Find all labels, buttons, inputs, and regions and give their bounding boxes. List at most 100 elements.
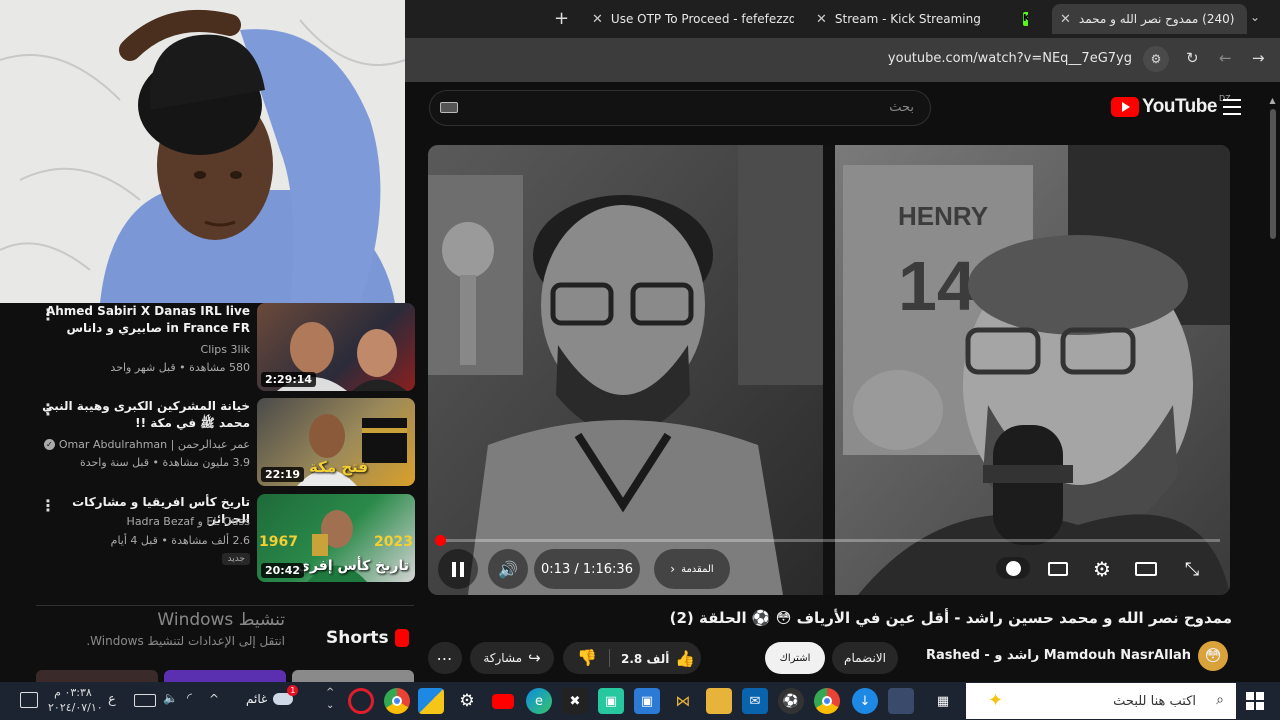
pause-icon bbox=[452, 561, 464, 577]
theater-button[interactable] bbox=[1128, 549, 1164, 589]
video-thumbnail[interactable]: 2:29:14 bbox=[257, 303, 415, 391]
thumbnail-caption: فتح مكة bbox=[309, 458, 369, 476]
like-count: 2.8 ألف bbox=[621, 651, 670, 666]
youtube-header: بحث YouTube DZ bbox=[405, 82, 1280, 134]
weather-widget[interactable]: غائم 1 bbox=[246, 685, 299, 706]
reload-icon[interactable]: ↻ bbox=[1186, 49, 1199, 67]
search-input[interactable]: اكتب هنا للبحث bbox=[1113, 694, 1196, 709]
store-icon[interactable]: ▣ bbox=[634, 688, 660, 714]
chapter-button[interactable]: › المقدمة bbox=[654, 549, 730, 589]
settings-button[interactable]: ⚙ bbox=[1084, 549, 1120, 589]
video-thumbnail[interactable]: 1967 2023 تاريخ كأس إفري 20:42 bbox=[257, 494, 415, 582]
thumbs-down-icon: 👎 bbox=[577, 648, 597, 667]
tab-gmail[interactable]: ✕ Use OTP To Proceed - fefefezzd M bbox=[584, 4, 794, 34]
volume-icon[interactable]: 🔈 bbox=[163, 691, 178, 705]
menu-icon[interactable] bbox=[1223, 99, 1241, 115]
search-box[interactable]: بحث bbox=[429, 90, 931, 126]
divider bbox=[609, 649, 610, 667]
fullscreen-button[interactable]: ⤡ bbox=[1174, 549, 1210, 589]
shorts-thumbnail[interactable] bbox=[292, 670, 414, 682]
channel-name: Clips 3lik bbox=[200, 343, 250, 356]
wifi-icon[interactable]: ◜ bbox=[187, 691, 192, 706]
subtitles-icon bbox=[1048, 562, 1068, 576]
shorts-thumbnail[interactable] bbox=[36, 670, 158, 682]
search-input[interactable]: بحث bbox=[889, 100, 914, 115]
new-tab-button[interactable]: + bbox=[554, 8, 569, 29]
dislike-button[interactable]: 👎 bbox=[577, 648, 597, 667]
like-button[interactable]: 2.8 ألف 👍 bbox=[621, 649, 695, 668]
scroll-thumb[interactable] bbox=[1269, 109, 1276, 239]
keyboard-icon[interactable] bbox=[440, 102, 458, 113]
outlook-icon[interactable]: ✉ bbox=[742, 688, 768, 714]
autoplay-toggle[interactable] bbox=[996, 557, 1030, 579]
channel-name[interactable]: Rashed - راشد و Mamdouh NasrAllah bbox=[926, 648, 1191, 663]
sidebar-video[interactable]: ⋮ تاريخ كأس افريقيا و مشاركات الجزائر EL… bbox=[40, 494, 415, 584]
channel-text: عمر عبدالرحمن | Omar Abdulrahman bbox=[58, 438, 250, 451]
subscribe-button[interactable]: اشتراك bbox=[765, 642, 825, 674]
app-icon[interactable]: ↓ bbox=[852, 688, 878, 714]
more-actions-button[interactable]: ⋯ bbox=[428, 642, 462, 674]
shorts-label: Shorts bbox=[326, 628, 389, 648]
language-indicator[interactable]: ع bbox=[108, 692, 116, 707]
sidebar-video[interactable]: ⋮ Ahmed Sabiri X Danas IRL live in Franc… bbox=[40, 303, 415, 393]
video-thumbnail[interactable]: فتح مكة 22:19 bbox=[257, 398, 415, 486]
youtube-logo[interactable]: YouTube DZ bbox=[1111, 94, 1231, 118]
close-icon[interactable]: ✕ bbox=[592, 12, 603, 27]
theater-icon bbox=[1135, 562, 1157, 576]
subtitles-button[interactable] bbox=[1040, 549, 1076, 589]
start-button[interactable] bbox=[1246, 692, 1264, 710]
close-icon[interactable]: ✕ bbox=[816, 12, 827, 27]
page-scrollbar[interactable]: ▲ bbox=[1268, 96, 1277, 680]
tray-expand-icon[interactable]: ^ ⌄ bbox=[326, 686, 334, 712]
taskbar-search[interactable]: اكتب هنا للبحث ⌕ ✦ bbox=[966, 683, 1236, 719]
video-title: ممدوح نصر الله و محمد حسين راشد - أقل عي… bbox=[669, 609, 1232, 627]
shorts-header[interactable]: Shorts bbox=[326, 628, 409, 648]
tab-kick[interactable]: ✕ Stream - Kick Streaming K bbox=[808, 4, 1028, 34]
keyboard-icon[interactable] bbox=[134, 694, 156, 707]
app-icon[interactable]: ✖ bbox=[562, 688, 588, 714]
jersey-number: 14 bbox=[898, 247, 976, 325]
shorts-icon bbox=[394, 629, 409, 647]
like-dislike-group: 👎 2.8 ألف 👍 bbox=[563, 642, 701, 674]
subscribe-label: اشتراك bbox=[779, 652, 811, 664]
clock[interactable]: ٠٣:٣٨ م ٢٠٢٤/٠٧/١٠ bbox=[48, 685, 103, 715]
scroll-up-arrow[interactable]: ▲ bbox=[1268, 96, 1277, 105]
share-button[interactable]: مشاركة ↪ bbox=[470, 642, 554, 674]
weather-label: غائم bbox=[246, 692, 268, 706]
opera-icon[interactable] bbox=[348, 688, 374, 714]
sidebar-video[interactable]: ⋮ خيانة المشركين الكبرى وهيبة النبي محمد… bbox=[40, 398, 415, 488]
volume-button[interactable]: 🔊 bbox=[488, 549, 528, 589]
chrome-icon[interactable] bbox=[384, 688, 410, 714]
progress-track[interactable] bbox=[435, 535, 1220, 546]
url-field[interactable]: youtube.com/watch?v=NEq__7eG7yg bbox=[888, 51, 1132, 66]
security-icon[interactable] bbox=[418, 688, 444, 714]
pause-button[interactable] bbox=[438, 549, 478, 589]
verified-icon: ✓ bbox=[43, 439, 55, 450]
app-icon[interactable] bbox=[888, 688, 914, 714]
video-player[interactable]: HENRY 14 🔊 0:13 / 1:16:36 › المقدمة ⚙ ⤡ bbox=[428, 145, 1230, 595]
tab-youtube[interactable]: ✕ (240) ممدوح نصر الله و محمد bbox=[1052, 4, 1247, 34]
close-icon[interactable]: ✕ bbox=[1060, 12, 1071, 27]
tab-menu-icon[interactable]: ⌄ bbox=[1250, 10, 1260, 24]
back-icon[interactable]: ← bbox=[1219, 49, 1232, 67]
search-highlight-icon: ✦ bbox=[988, 690, 1004, 711]
app-icon[interactable]: ▣ bbox=[598, 688, 624, 714]
app-icon[interactable]: ⚽ bbox=[778, 688, 804, 714]
shorts-thumbnail[interactable] bbox=[164, 670, 286, 682]
chrome-icon[interactable] bbox=[814, 688, 840, 714]
forward-icon[interactable]: → bbox=[1252, 49, 1265, 67]
channel-avatar[interactable]: 😳 bbox=[1198, 641, 1228, 671]
app-icon[interactable]: ⋈ bbox=[670, 688, 696, 714]
tab-title: Stream - Kick Streaming bbox=[834, 12, 981, 26]
tray-chevron-icon[interactable]: ^ bbox=[209, 692, 219, 706]
video-title: Ahmed Sabiri X Danas IRL live in France … bbox=[45, 304, 250, 339]
site-settings-icon[interactable]: ⚙ bbox=[1143, 46, 1169, 72]
notification-center-icon[interactable] bbox=[20, 692, 38, 708]
join-button[interactable]: الانضمام bbox=[832, 642, 898, 674]
folder-icon[interactable] bbox=[706, 688, 732, 714]
edge-icon[interactable]: e bbox=[526, 688, 552, 714]
settings-icon[interactable]: ⚙ bbox=[454, 688, 480, 714]
task-view-icon[interactable]: ▦ bbox=[930, 688, 956, 714]
youtube-icon bbox=[1111, 97, 1139, 117]
youtube-icon[interactable] bbox=[490, 688, 516, 714]
